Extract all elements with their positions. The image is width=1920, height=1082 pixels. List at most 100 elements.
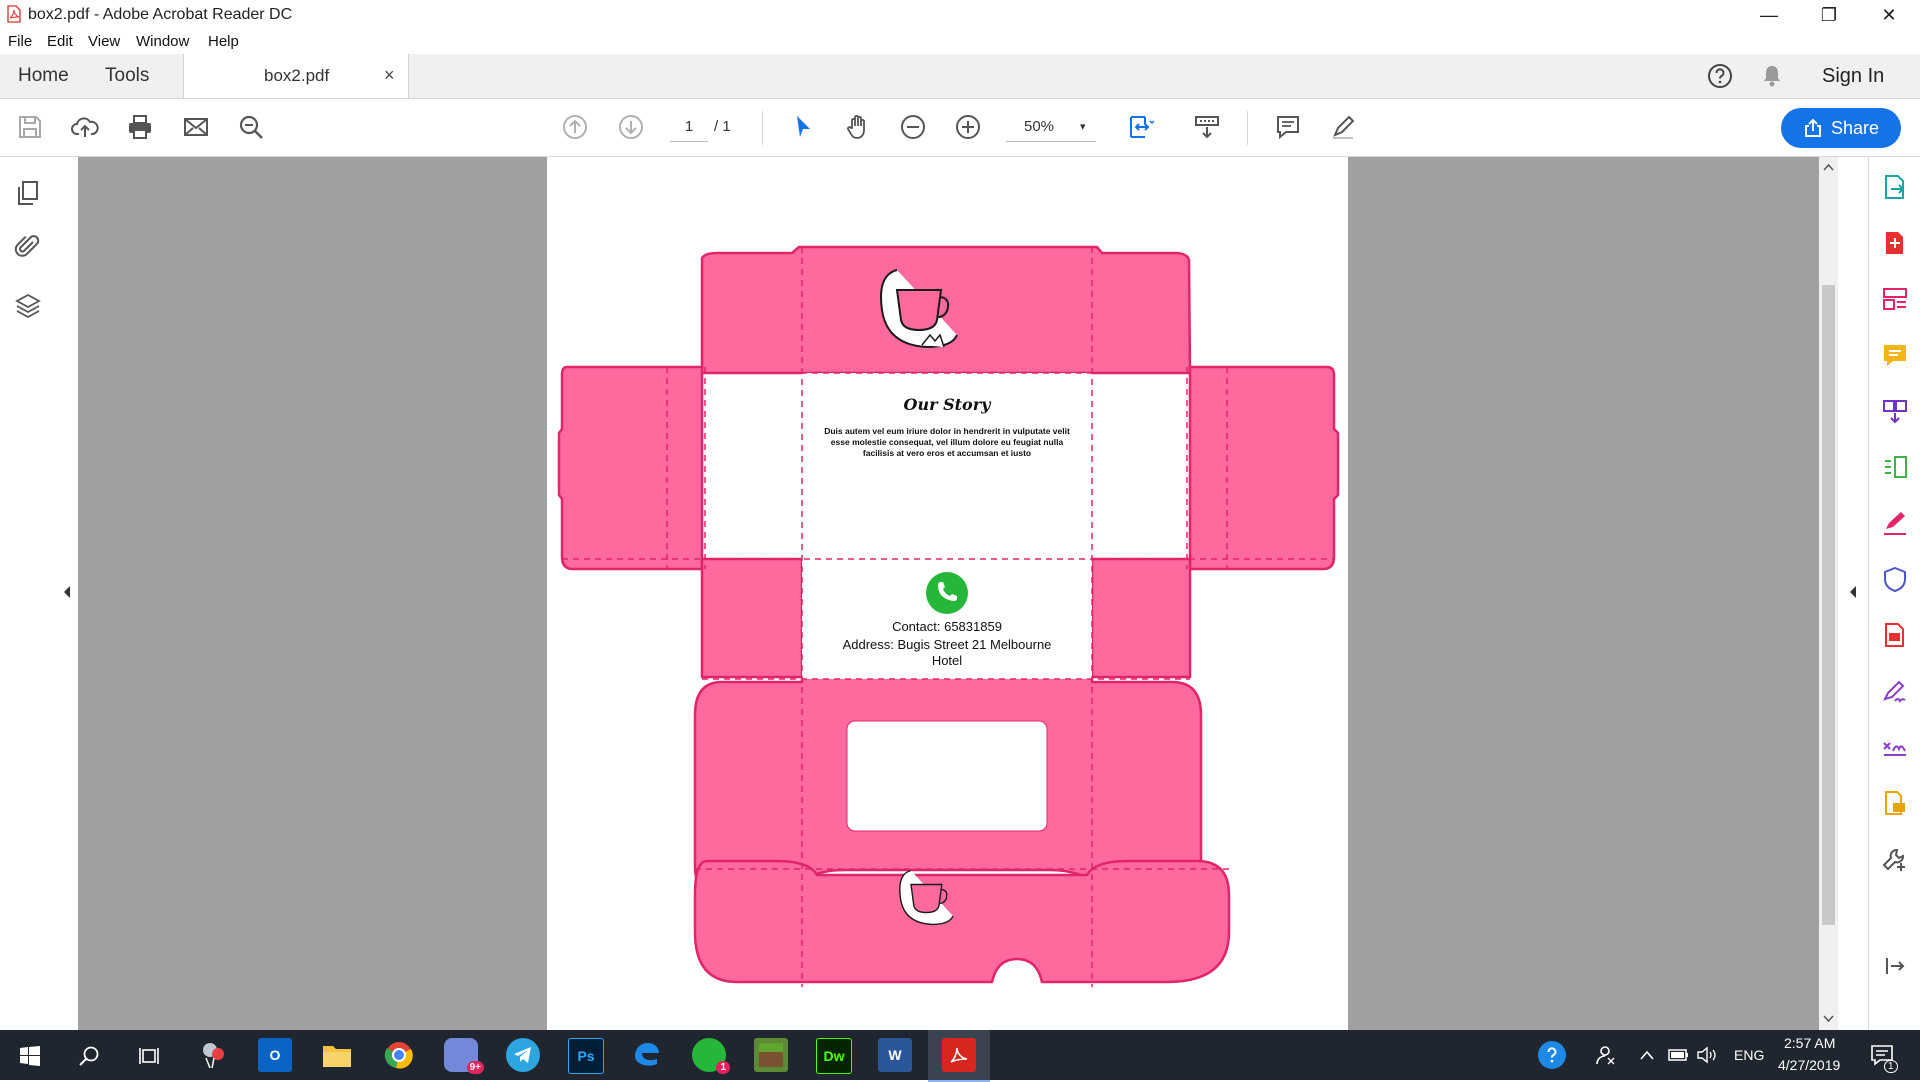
collapse-tools-icon[interactable] xyxy=(1879,950,1911,982)
zoom-in-icon[interactable] xyxy=(950,109,986,145)
create-pdf-icon[interactable] xyxy=(1879,227,1911,259)
chevron-down-icon: ▾ xyxy=(1080,121,1086,133)
export-pdf-icon[interactable] xyxy=(1879,171,1911,203)
protect-shield-icon[interactable] xyxy=(1879,563,1911,595)
attachment-paperclip-icon[interactable] xyxy=(10,229,46,265)
previous-page-icon[interactable] xyxy=(557,109,593,145)
chrome-icon[interactable] xyxy=(382,1038,416,1072)
tab-document[interactable]: box2.pdf × xyxy=(183,54,409,98)
clock-time[interactable]: 2:57 AM xyxy=(1784,1035,1835,1051)
telegram-icon[interactable] xyxy=(506,1038,540,1072)
people-icon[interactable] xyxy=(1594,1044,1616,1066)
edge-icon[interactable] xyxy=(630,1038,664,1072)
comment-tool-icon[interactable] xyxy=(1879,339,1911,371)
close-window-button[interactable]: ✕ xyxy=(1860,0,1918,30)
search-zoom-icon[interactable] xyxy=(233,109,269,145)
signature-pen-icon[interactable] xyxy=(1879,675,1911,707)
share-button[interactable]: Share xyxy=(1781,108,1901,148)
whatsapp-icon[interactable]: 1 xyxy=(692,1038,730,1074)
send-for-review-icon[interactable] xyxy=(1879,619,1911,651)
sign-in-link[interactable]: Sign In xyxy=(1822,65,1884,88)
file-explorer-icon[interactable] xyxy=(320,1038,354,1072)
help-tray-icon[interactable] xyxy=(1538,1041,1566,1069)
tools-pane xyxy=(1868,157,1920,1030)
photoshop-icon[interactable]: Ps xyxy=(568,1038,604,1074)
app-network-icon[interactable] xyxy=(196,1038,230,1072)
menu-file[interactable]: File xyxy=(8,33,32,50)
battery-icon[interactable] xyxy=(1668,1048,1690,1062)
tab-home[interactable]: Home xyxy=(18,65,69,87)
edit-pdf-layout-icon[interactable] xyxy=(1879,283,1911,315)
discord-badge: 9+ xyxy=(466,1061,484,1074)
page-total: / 1 xyxy=(714,118,731,135)
dreamweaver-icon[interactable]: Dw xyxy=(816,1038,852,1074)
help-circle-icon[interactable] xyxy=(1707,63,1733,89)
share-label: Share xyxy=(1830,117,1880,138)
layers-icon[interactable] xyxy=(10,287,46,323)
bell-icon[interactable] xyxy=(1760,63,1784,89)
menu-help[interactable]: Help xyxy=(208,33,239,50)
search-icon[interactable] xyxy=(78,1045,100,1067)
pen-draw-icon[interactable] xyxy=(1325,109,1361,145)
left-navigation-panel xyxy=(0,157,57,1030)
scrollbar-thumb[interactable] xyxy=(1822,285,1835,925)
save-icon[interactable] xyxy=(12,109,48,145)
windows-start-icon[interactable] xyxy=(20,1046,40,1066)
more-tools-wrench-icon[interactable] xyxy=(1879,843,1911,875)
share-icon xyxy=(1804,118,1821,137)
print-icon[interactable] xyxy=(122,109,158,145)
combine-files-icon[interactable] xyxy=(1879,395,1911,427)
volume-icon[interactable] xyxy=(1696,1046,1718,1064)
chevron-up-icon[interactable] xyxy=(1640,1050,1654,1060)
scroll-mode-icon[interactable] xyxy=(1189,109,1225,145)
right-panel-toggle[interactable] xyxy=(1838,157,1868,1030)
address-text: Address: Bugis Street 21 Melbourne Hotel xyxy=(842,637,1052,668)
word-icon[interactable]: W xyxy=(878,1038,912,1072)
whatsapp-badge: 1 xyxy=(716,1061,730,1074)
box-dieline-artwork xyxy=(557,245,1340,987)
pdf-file-icon xyxy=(7,5,21,23)
page-number-input[interactable]: 1 xyxy=(670,113,708,142)
toolbar-divider xyxy=(762,111,763,145)
rich-media-icon[interactable] xyxy=(1879,787,1911,819)
menu-view[interactable]: View xyxy=(88,33,120,50)
menu-window[interactable]: Window xyxy=(136,33,189,50)
windows-taskbar: O 9+ Ps 1 Dw W ENG 2:57 AM 4/27/2019 1 xyxy=(0,1030,1920,1082)
page-thumbnails-icon[interactable] xyxy=(10,175,46,211)
fill-sign-icon[interactable] xyxy=(1879,507,1911,539)
language-indicator[interactable]: ENG xyxy=(1734,1047,1764,1063)
document-tab-label: box2.pdf xyxy=(264,66,330,85)
minecraft-icon[interactable] xyxy=(754,1038,788,1072)
maximize-button[interactable]: ❐ xyxy=(1800,0,1858,30)
minimize-button[interactable]: — xyxy=(1740,0,1798,30)
acrobat-taskbar-button[interactable] xyxy=(928,1030,990,1082)
outlook-icon[interactable]: O xyxy=(258,1038,292,1072)
tab-tools[interactable]: Tools xyxy=(105,65,149,87)
left-panel-toggle[interactable] xyxy=(56,157,78,1030)
scroll-up-icon[interactable] xyxy=(1823,163,1834,171)
story-text: Duis autem vel eum iriure dolor in hendr… xyxy=(824,426,1070,458)
whatsapp-logo-icon xyxy=(926,572,968,614)
organize-pages-icon[interactable] xyxy=(1879,451,1911,483)
zoom-level-select[interactable]: 50% ▾ xyxy=(1006,113,1096,142)
notification-badge: 1 xyxy=(1884,1060,1898,1073)
comment-icon[interactable] xyxy=(1270,109,1306,145)
toolbar-divider xyxy=(1247,111,1248,145)
fit-page-icon[interactable] xyxy=(1122,109,1158,145)
discord-icon[interactable]: 9+ xyxy=(444,1038,484,1074)
clock-date[interactable]: 4/27/2019 xyxy=(1778,1057,1840,1073)
request-signature-icon[interactable] xyxy=(1879,731,1911,763)
menu-bar: File Edit View Window Help xyxy=(0,30,1920,54)
zoom-out-icon[interactable] xyxy=(895,109,931,145)
acrobat-icon xyxy=(942,1038,976,1072)
upload-cloud-icon[interactable] xyxy=(67,109,103,145)
scroll-down-icon[interactable] xyxy=(1823,1015,1834,1023)
next-page-icon[interactable] xyxy=(613,109,649,145)
close-tab-button[interactable]: × xyxy=(384,65,395,86)
menu-edit[interactable]: Edit xyxy=(47,33,73,50)
select-cursor-icon[interactable] xyxy=(785,109,821,145)
email-icon[interactable] xyxy=(178,109,214,145)
tab-bar: Home Tools box2.pdf × Sign In xyxy=(0,54,1920,99)
task-view-icon[interactable] xyxy=(138,1045,160,1067)
hand-tool-icon[interactable] xyxy=(840,109,876,145)
